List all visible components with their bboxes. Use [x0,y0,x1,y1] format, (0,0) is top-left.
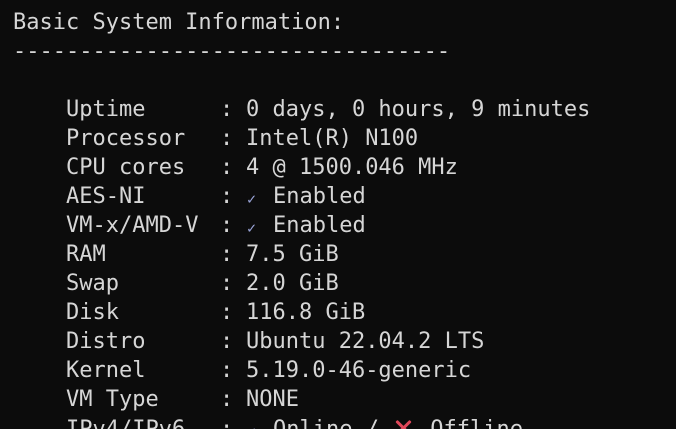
section-heading: Basic System Information: [13,10,345,35]
terminal-window: Basic System Information: --------------… [0,0,676,429]
ram-row: RAM:7.5 GiB [13,211,339,267]
ip-stack-row: IPv4/IPv6:✓ Online / Offline [13,385,523,429]
cross-icon [392,417,414,429]
vm-type-row: VM Type: NONE [13,356,299,412]
aes-ni-row: AES-NI: ✓ Enabled [13,153,366,209]
section-divider: --------------------------------- [13,39,451,64]
disk-row: Disk:116.8 GiB [13,269,365,325]
virtualization-row: VM-x/AMD-V: ✓ Enabled [13,182,366,238]
check-icon: ✓ [247,418,261,429]
ipv6-status: Offline [430,417,523,429]
cpu-cores-row: CPU cores:4 @ 1500.046 MHz [13,124,458,180]
distro-row: Distro: Ubuntu 22.04.2 LTS [13,298,484,354]
swap-row: Swap:2.0 GiB [13,240,339,296]
processor-row: Processor: Intel(R) N100 [13,95,418,151]
colon-separator: : [220,415,246,429]
status-separator: / [352,417,392,429]
kernel-row: Kernel:5.19.0-46-generic [13,327,471,383]
uptime-row: Uptime:0 days, 0 hours, 9 minutes [13,66,590,122]
ip-stack-label: IPv4/IPv6 [66,415,220,429]
ipv4-status: Online [273,417,352,429]
